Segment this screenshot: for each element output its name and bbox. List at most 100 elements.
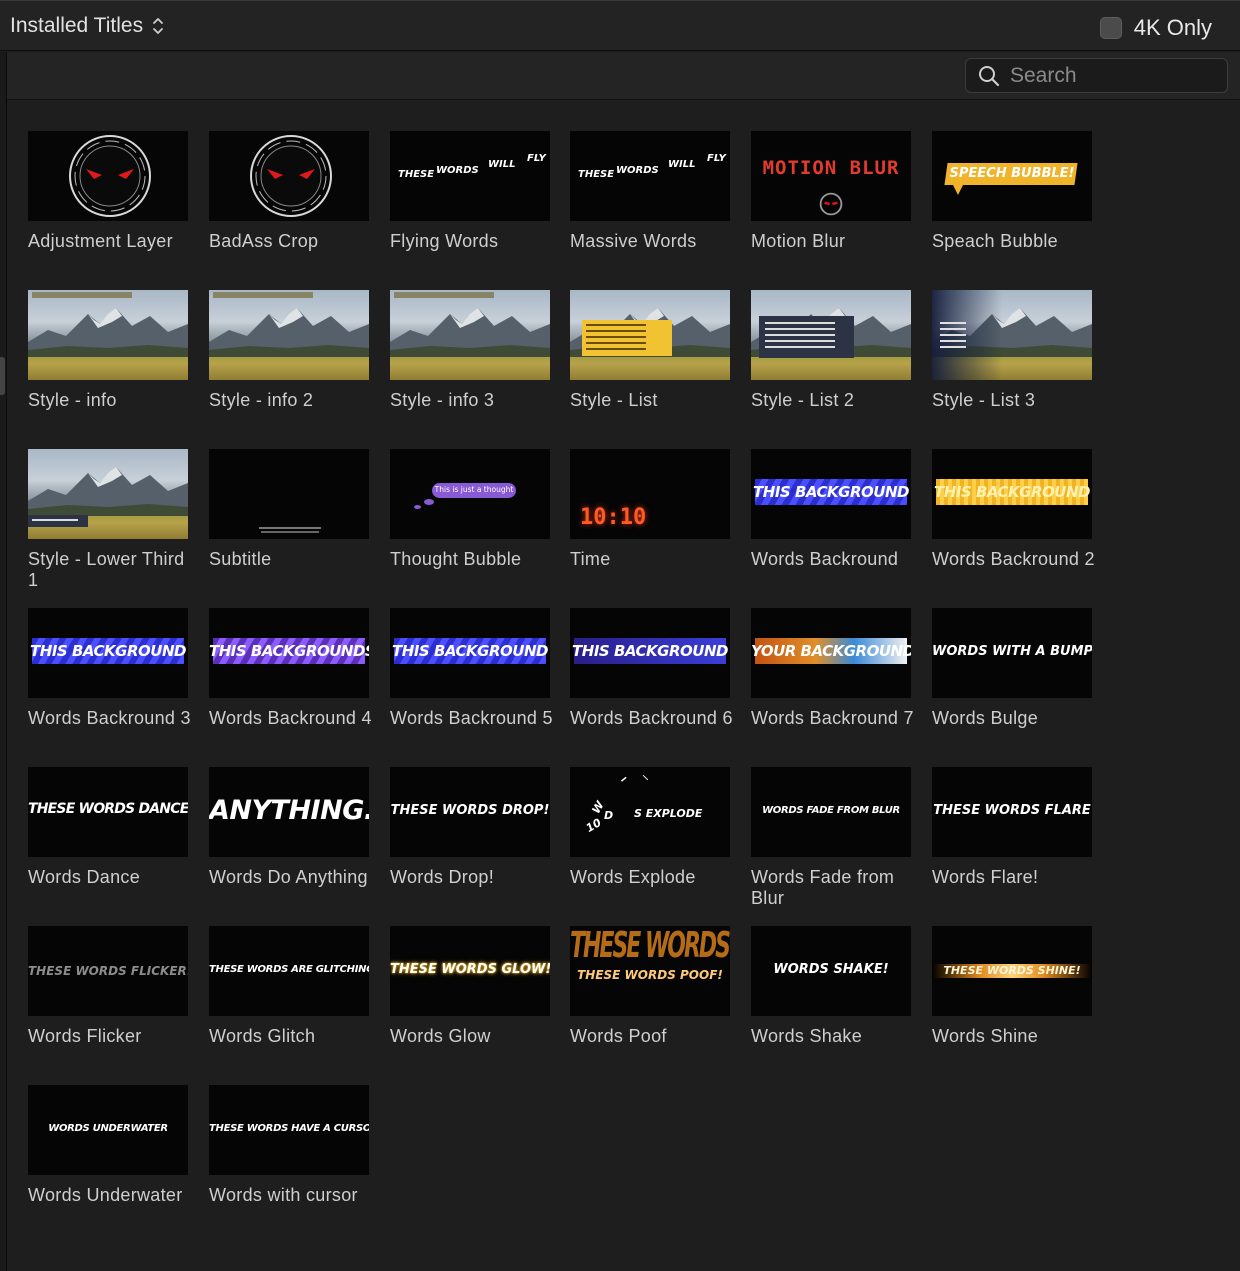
title-thumbnail[interactable] xyxy=(209,131,369,221)
search-field[interactable] xyxy=(965,58,1228,93)
title-tile[interactable]: WORDS UNDERWATER Words Underwater xyxy=(28,1085,188,1206)
4k-only-toggle[interactable]: 4K Only xyxy=(1099,15,1212,41)
title-thumbnail[interactable]: THIS BACKGROUND xyxy=(28,608,188,698)
title-tile[interactable]: SPEECH BUBBLE! Speach Bubble xyxy=(932,131,1092,252)
title-thumbnail[interactable]: THESE WORDS GLOW! xyxy=(390,926,550,1016)
title-thumbnail[interactable] xyxy=(28,449,188,539)
title-tile[interactable]: Style - info 2 xyxy=(209,290,369,411)
title-tile[interactable]: Style - info 3 xyxy=(390,290,550,411)
title-thumbnail[interactable] xyxy=(570,290,730,380)
title-thumbnail[interactable]: THESE WORDS FLARE xyxy=(932,767,1092,857)
title-name: Motion Blur xyxy=(751,231,846,251)
title-thumbnail[interactable]: THESE WORDS SHINE! xyxy=(932,926,1092,1016)
title-thumbnail[interactable]: THESE WORDS FLICKER! xyxy=(28,926,188,1016)
title-tile[interactable]: 10:10 Time xyxy=(570,449,730,570)
title-thumbnail[interactable] xyxy=(28,131,188,221)
title-tile[interactable]: THIS BACKGROUND Words Backround 6 xyxy=(570,608,733,729)
title-thumbnail[interactable]: THESE WORDS DROP! xyxy=(390,767,550,857)
title-tile[interactable]: THESE WORDS DROP! Words Drop! xyxy=(390,767,550,888)
title-name: Words Backround xyxy=(751,549,899,569)
title-tile[interactable]: This is just a thought Thought Bubble xyxy=(390,449,550,570)
title-tile[interactable]: Subtitle xyxy=(209,449,369,570)
thumbnail-text: THESE WORDS GLOW! xyxy=(390,962,550,977)
title-name: Words Backround 3 xyxy=(28,708,191,728)
title-tile[interactable]: THIS BACKGROUND Words Backround 2 xyxy=(932,449,1095,570)
title-thumbnail[interactable] xyxy=(28,290,188,380)
title-thumbnail[interactable]: W 10 D I \ S EXPLODE xyxy=(570,767,730,857)
title-thumbnail[interactable] xyxy=(209,449,369,539)
title-tile[interactable]: Style - info xyxy=(28,290,188,411)
title-tile[interactable]: BadAss Crop xyxy=(209,131,369,252)
title-tile[interactable]: WORDS WITH A BUMP Words Bulge xyxy=(932,608,1092,729)
title-thumbnail[interactable]: WORDS FADE FROM BLUR xyxy=(751,767,911,857)
title-tile[interactable]: THESE WORDS WILL FLY Flying Words xyxy=(390,131,550,252)
title-tile[interactable]: WORDS SHAKE! Words Shake xyxy=(751,926,911,1047)
title-tile[interactable]: THIS BACKGROUND Words Backround xyxy=(751,449,911,570)
title-thumbnail[interactable]: THIS BACKGROUNDS xyxy=(209,608,369,698)
4k-only-checkbox[interactable] xyxy=(1099,17,1122,39)
title-thumbnail[interactable]: THESE WORDS HAVE A CURSOR xyxy=(209,1085,369,1175)
thumbnail-text: WORDS SHAKE! xyxy=(773,962,889,977)
title-tile[interactable]: THESE WORDS FLICKER! Words Flicker xyxy=(28,926,188,1047)
thumbnail-text: THESE WORDS DROP! xyxy=(390,803,550,818)
title-thumbnail[interactable]: THESE WORDS ARE GLITCHING! xyxy=(209,926,369,1016)
title-tile[interactable]: MOTION BLUR Motion Blur xyxy=(751,131,911,252)
title-thumbnail[interactable]: THIS BACKGROUND xyxy=(932,449,1092,539)
title-thumbnail[interactable]: THESE WORDS DANCE! xyxy=(28,767,188,857)
title-thumbnail[interactable]: SPEECH BUBBLE! xyxy=(932,131,1092,221)
title-thumbnail[interactable]: THESE WORDS WILL FLY xyxy=(390,131,550,221)
title-tile[interactable]: Style - List xyxy=(570,290,730,411)
title-name: Words Fade from Blur xyxy=(751,867,895,908)
thumbnail-text: THIS BACKGROUNDS xyxy=(209,642,369,660)
title-thumbnail[interactable]: THIS BACKGROUND xyxy=(390,608,550,698)
title-tile[interactable]: THIS BACKGROUND Words Backround 3 xyxy=(28,608,191,729)
title-thumbnail[interactable]: THESE WORDS POOF!THESE WORDS POOF! xyxy=(570,926,730,1016)
title-thumbnail[interactable]: THIS BACKGROUND xyxy=(570,608,730,698)
search-input[interactable] xyxy=(1010,63,1210,88)
title-tile[interactable]: WORDS FADE FROM BLUR Words Fade from Blur xyxy=(751,767,911,909)
thumbnail-text: THESE WORDS DANCE! xyxy=(28,801,188,817)
title-tile[interactable]: THIS BACKGROUND Words Backround 5 xyxy=(390,608,553,729)
thumbnail-text: WORDS WITH A BUMP xyxy=(932,644,1092,659)
title-thumbnail[interactable]: WORDS WITH A BUMP xyxy=(932,608,1092,698)
title-name: Words Explode xyxy=(570,867,696,887)
title-name: Words Flicker xyxy=(28,1026,142,1046)
title-tile[interactable]: THESE WORDS FLARE Words Flare! xyxy=(932,767,1092,888)
title-thumbnail[interactable]: WORDS SHAKE! xyxy=(751,926,911,1016)
title-tile[interactable]: ANYTHING. Words Do Anything xyxy=(209,767,369,888)
title-thumbnail[interactable]: WORDS UNDERWATER xyxy=(28,1085,188,1175)
title-tile[interactable]: Style - List 2 xyxy=(751,290,911,411)
title-tile[interactable]: Style - Lower Third 1 xyxy=(28,449,188,591)
title-category-popup[interactable]: Installed Titles xyxy=(10,14,165,38)
thumbnail-text: THIS BACKGROUND xyxy=(572,642,728,660)
title-tile[interactable]: THESE WORDS WILL FLY Massive Words xyxy=(570,131,730,252)
title-thumbnail[interactable]: 10:10 xyxy=(570,449,730,539)
title-thumbnail[interactable] xyxy=(751,290,911,380)
title-thumbnail[interactable]: ANYTHING. xyxy=(209,767,369,857)
title-tile[interactable]: THESE WORDS POOF!THESE WORDS POOF! Words … xyxy=(570,926,730,1047)
titles-grid: Adjustment Layer BadAss Crop THESE WORDS WIL… xyxy=(8,101,1240,1271)
title-tile[interactable]: THIS BACKGROUNDS Words Backround 4 xyxy=(209,608,372,729)
title-tile[interactable]: THESE WORDS DANCE! Words Dance xyxy=(28,767,188,888)
title-tile[interactable]: THESE WORDS SHINE! Words Shine xyxy=(932,926,1092,1047)
title-tile[interactable]: Style - List 3 xyxy=(932,290,1092,411)
title-tile[interactable]: THESE WORDS HAVE A CURSOR Words with curs… xyxy=(209,1085,369,1206)
title-thumbnail[interactable]: This is just a thought xyxy=(390,449,550,539)
title-tile[interactable]: THESE WORDS ARE GLITCHING! Words Glitch xyxy=(209,926,369,1047)
title-thumbnail[interactable] xyxy=(209,290,369,380)
title-thumbnail[interactable]: THESE WORDS WILL FLY xyxy=(570,131,730,221)
title-thumbnail[interactable] xyxy=(932,290,1092,380)
title-name: Style - info 3 xyxy=(390,390,495,410)
sidebar-resize-handle[interactable] xyxy=(0,357,5,395)
title-tile[interactable]: THESE WORDS GLOW! Words Glow xyxy=(390,926,550,1047)
title-thumbnail[interactable] xyxy=(390,290,550,380)
title-tile[interactable]: W 10 D I \ S EXPLODE Words Explode xyxy=(570,767,730,888)
title-tile[interactable]: Adjustment Layer xyxy=(28,131,188,252)
title-thumbnail[interactable]: THIS BACKGROUND xyxy=(751,449,911,539)
title-tile[interactable]: YOUR BACKGROUND Words Backround 7 xyxy=(751,608,914,729)
title-thumbnail[interactable]: YOUR BACKGROUND xyxy=(751,608,911,698)
thumbnail-text: THIS BACKGROUND xyxy=(934,483,1090,501)
title-name: Style - info 2 xyxy=(209,390,314,410)
title-name: Speach Bubble xyxy=(932,231,1058,251)
title-thumbnail[interactable]: MOTION BLUR xyxy=(751,131,911,221)
